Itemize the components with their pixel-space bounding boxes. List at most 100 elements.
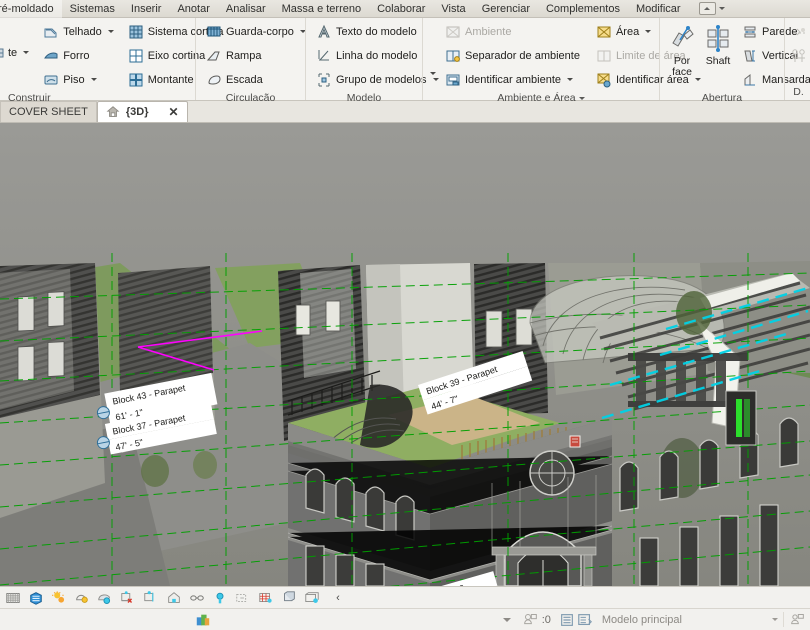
chevron-down-icon: [718, 7, 725, 10]
stair-icon: [206, 72, 222, 88]
ribbon-item-ambiente[interactable]: Ambiente: [441, 20, 584, 43]
ribbon-tab-sistemas[interactable]: Sistemas: [62, 0, 123, 18]
revit-application-window: ré-moldado Sistemas Inserir Anotar Anali…: [0, 0, 810, 630]
curtain-system-icon: [128, 24, 144, 40]
view-scale-icon[interactable]: [2, 587, 24, 608]
ramp-icon: [206, 48, 222, 64]
curtain-grid-icon: [128, 48, 144, 64]
roof-icon: [43, 24, 59, 40]
ribbon-tab-inserir[interactable]: Inserir: [123, 0, 170, 18]
shaft-opening-icon: [703, 23, 733, 53]
ribbon-item-piso[interactable]: Piso: [39, 68, 118, 91]
ambiente-column-1: Ambiente Separador de ambiente Identific…: [441, 20, 584, 91]
ribbon-tab-vista[interactable]: Vista: [433, 0, 473, 18]
analytical-model-icon[interactable]: [255, 587, 277, 608]
editing-request-icon: [523, 614, 537, 625]
ribbon-tab-complementos[interactable]: Complementos: [538, 0, 628, 18]
railing-icon: [206, 24, 222, 40]
ribbon-panel-abertura: Por face Shaft Parede Vertical Mansarda …: [659, 18, 810, 104]
ribbon-item-abertura-shaft[interactable]: Shaft: [702, 20, 734, 68]
ribbon-item-label: Separador de ambiente: [465, 49, 580, 62]
ribbon-item-label: Identificar ambiente: [465, 73, 561, 86]
ribbon-item-nivel[interactable]: [789, 20, 809, 43]
ribbon-item-parede[interactable]: te: [0, 41, 33, 64]
ribbon-item-label: Rampa: [226, 49, 262, 62]
view-tab-label: COVER SHEET: [9, 105, 88, 118]
room-icon: [445, 24, 461, 40]
room-separator-icon: [445, 48, 461, 64]
status-bar: :0 Modelo principal: [0, 608, 810, 630]
ribbon-minimize-control[interactable]: [698, 2, 725, 15]
ribbon-item-identificar-ambiente[interactable]: Identificar ambiente: [441, 68, 584, 91]
wall-icon: [0, 45, 4, 61]
ribbon-tab-analisar[interactable]: Analisar: [218, 0, 274, 18]
ribbon-item-abertura-por-face[interactable]: Por face: [666, 20, 698, 79]
ribbon-panel-circulacao: Guarda-corpo Rampa Escada Circulação: [195, 18, 306, 104]
vertical-opening-icon: [742, 48, 758, 64]
area-icon: [596, 24, 612, 40]
chevron-down-icon: [772, 618, 778, 621]
crop-region-off-icon[interactable]: [140, 587, 162, 608]
model-group-icon: [316, 72, 332, 88]
panel-title-text: D.: [793, 86, 804, 98]
circulacao-column-1: Guarda-corpo Rampa Escada: [202, 20, 310, 91]
grid-icon: [791, 48, 807, 64]
model-updates-icon[interactable]: [190, 612, 216, 628]
view-tab-3d[interactable]: {3D} ✕: [96, 101, 188, 123]
chevron-down-icon: [107, 30, 114, 33]
chevron-down-icon: [578, 97, 585, 100]
reveal-constraints-icon[interactable]: [278, 587, 300, 608]
ribbon-tab-anotar[interactable]: Anotar: [169, 0, 217, 18]
wall-opening-icon: [742, 24, 758, 40]
chevron-down-icon: [90, 78, 97, 81]
dormer-opening-icon: [742, 72, 758, 88]
ribbon-tab-massa-e-terreno[interactable]: Massa e terreno: [274, 0, 369, 18]
close-icon[interactable]: ✕: [168, 102, 178, 123]
active-workset-icon: [578, 613, 592, 625]
reveal-hidden-elements-icon[interactable]: [209, 587, 231, 608]
ribbon-item-ambiente-expand[interactable]: [425, 62, 439, 85]
ribbon-item-escada[interactable]: Escada: [202, 68, 310, 91]
model-line-icon: [316, 48, 332, 64]
ribbon-item-label: te: [8, 46, 18, 59]
worksharing-display-icon[interactable]: [301, 587, 323, 608]
worksets-icon: [560, 613, 573, 626]
ribbon-item-label: Forro: [63, 49, 90, 62]
temporary-view-properties-icon[interactable]: [232, 587, 254, 608]
chevron-left-icon[interactable]: ‹: [324, 587, 352, 608]
editable-elements-counter[interactable]: :0: [519, 612, 555, 627]
visual-style-icon[interactable]: [48, 587, 70, 608]
ribbon-tab-colaborar[interactable]: Colaborar: [369, 0, 433, 18]
shadows-icon[interactable]: [94, 587, 116, 608]
ribbon-item-guarda-corpo[interactable]: Guarda-corpo: [202, 20, 310, 43]
chevron-down-icon[interactable]: [502, 617, 511, 622]
ribbon-item-label: Shaft: [705, 55, 731, 67]
ribbon-tab-gerenciar[interactable]: Gerenciar: [474, 0, 538, 18]
ribbon-item-telhado[interactable]: Telhado: [39, 20, 118, 43]
ribbon-panel-title: D.: [789, 85, 808, 100]
ribbon-tab-pre-moldado[interactable]: ré-moldado: [0, 0, 62, 18]
viewport-canvas: Block 43 - Parapet 61' - 1" Block 37 - P…: [0, 123, 810, 586]
design-options-icon[interactable]: [784, 612, 810, 627]
active-workset-selector[interactable]: Modelo principal: [597, 612, 783, 628]
opening-by-face-icon: [667, 23, 697, 53]
ribbon-item-eixo[interactable]: [789, 44, 809, 67]
ribbon-item-separador-de-ambiente[interactable]: Separador de ambiente: [441, 44, 584, 67]
show-crop-region-icon[interactable]: [163, 587, 185, 608]
view-tab-cover-sheet[interactable]: COVER SHEET: [0, 101, 97, 122]
sun-path-icon[interactable]: [71, 587, 93, 608]
mullion-icon: [128, 72, 144, 88]
ribbon-item-rampa[interactable]: Rampa: [202, 44, 310, 67]
ribbon-tab-modificar[interactable]: Modificar: [628, 0, 689, 18]
detail-level-icon[interactable]: [25, 587, 47, 608]
view-control-bar: ‹: [0, 586, 810, 608]
glasses-icon[interactable]: [186, 587, 208, 608]
construir-column-1: te: [0, 20, 33, 64]
ambiente-column-0: [425, 20, 439, 85]
render-dialog-icon[interactable]: [117, 587, 139, 608]
worksets-controls[interactable]: [555, 612, 597, 628]
ribbon-item-forro[interactable]: Forro: [39, 44, 118, 67]
ceiling-icon: [43, 48, 59, 64]
3d-viewport[interactable]: Block 43 - Parapet 61' - 1" Block 37 - P…: [0, 123, 810, 586]
ribbon-tab-bar: ré-moldado Sistemas Inserir Anotar Anali…: [0, 0, 810, 18]
